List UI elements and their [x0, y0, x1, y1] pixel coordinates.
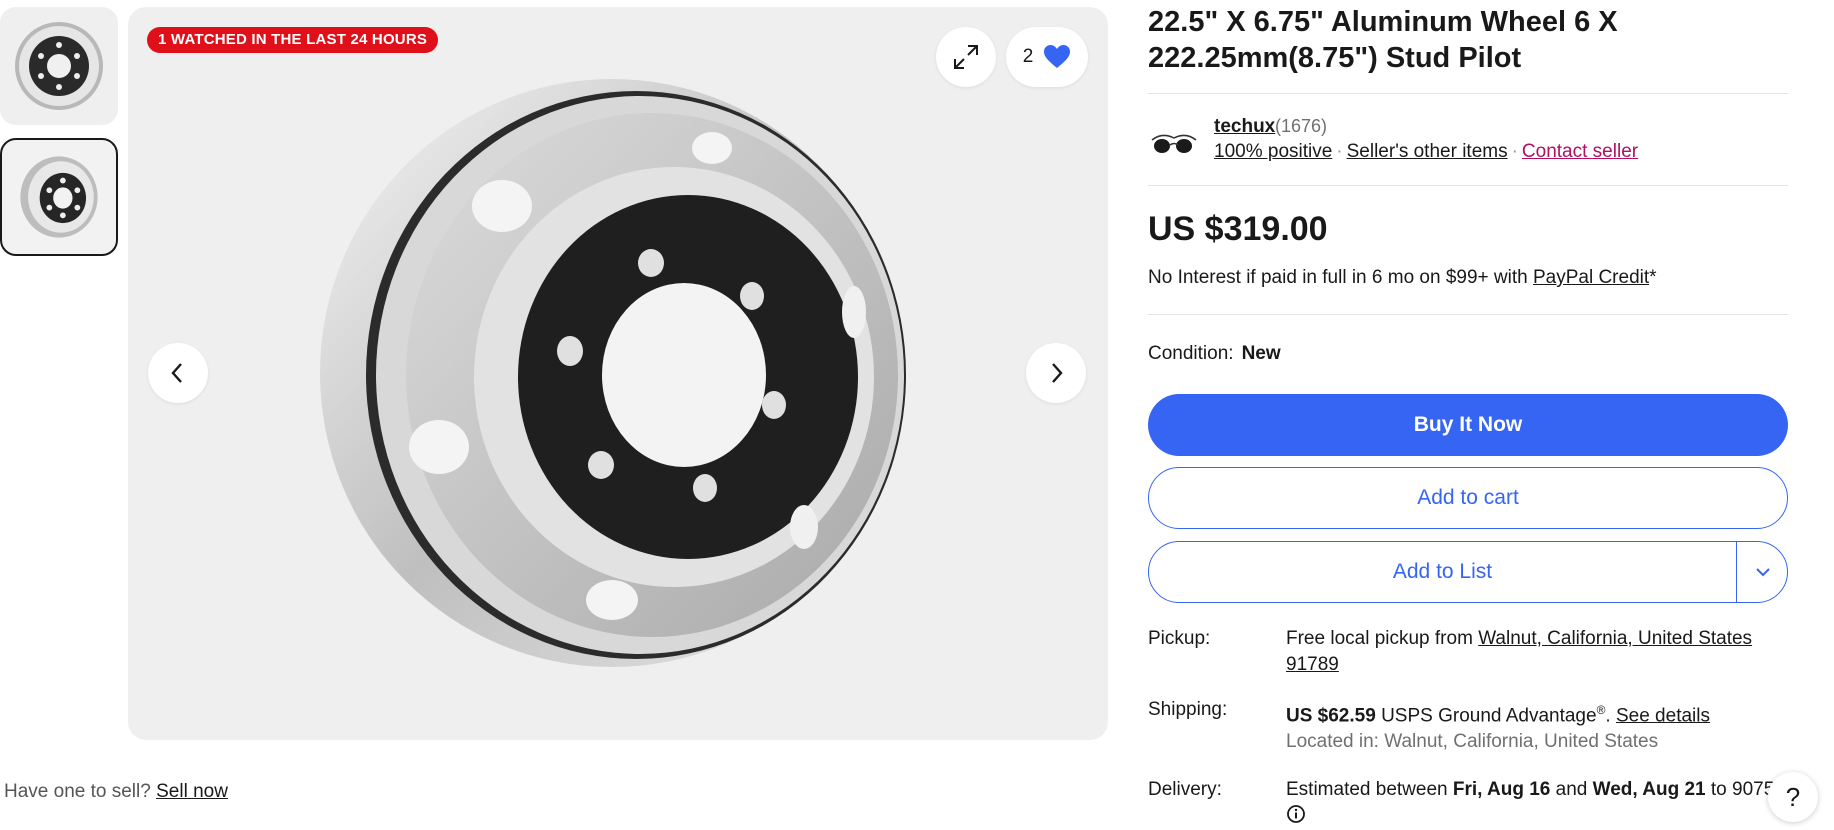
- credit-text: No Interest if paid in full in 6 mo on $…: [1148, 267, 1528, 288]
- chevron-left-icon: [171, 363, 182, 383]
- seller-other-items-link[interactable]: Seller's other items: [1347, 141, 1508, 162]
- contact-seller-link[interactable]: Contact seller: [1522, 141, 1638, 162]
- buy-it-now-button[interactable]: Buy It Now: [1148, 394, 1788, 456]
- condition-row: Condition: New: [1148, 343, 1281, 365]
- expand-icon: [954, 45, 978, 69]
- heart-icon: [1044, 45, 1071, 68]
- item-title-line-1: 22.5" X 6.75" Aluminum Wheel 6 X: [1148, 6, 1618, 38]
- expand-image-button[interactable]: [936, 27, 996, 87]
- item-location: Located in: Walnut, California, United S…: [1286, 731, 1659, 753]
- divider: [1148, 185, 1788, 186]
- wheel-product-image: [320, 79, 906, 667]
- watchlist-button[interactable]: 2: [1006, 27, 1088, 87]
- delivery-date-to: Wed, Aug 21: [1592, 779, 1706, 800]
- wheel-thumbnail-image: [20, 156, 98, 238]
- help-button[interactable]: ?: [1768, 772, 1818, 822]
- delivery-prefix: Estimated between: [1286, 779, 1448, 800]
- shipping-value: US $62.59 USPS Ground Advantage®. See de…: [1286, 697, 1786, 755]
- pickup-value: Free local pickup from Walnut, Californi…: [1286, 626, 1786, 678]
- separator-dot: ·: [1336, 141, 1343, 162]
- watched-badge: 1 WATCHED IN THE LAST 24 HOURS: [147, 27, 439, 53]
- add-to-list-control: Add to List: [1148, 541, 1788, 603]
- watch-count: 2: [1022, 46, 1034, 67]
- sell-prompt: Have one to sell?: [4, 781, 151, 802]
- shipping-service: USPS Ground Advantage: [1381, 705, 1597, 727]
- thumbnail-1[interactable]: [0, 7, 118, 125]
- condition-label: Condition:: [1148, 343, 1234, 364]
- wheel-thumbnail-image: [15, 22, 103, 110]
- seller-positive-link[interactable]: 100% positive: [1214, 141, 1332, 162]
- separator-dot: ·: [1511, 141, 1518, 162]
- seller-name-link[interactable]: techux: [1214, 116, 1275, 138]
- delivery-and: and: [1555, 779, 1588, 800]
- divider: [1148, 93, 1788, 94]
- credit-asterisk: *: [1649, 267, 1657, 288]
- paypal-credit-link[interactable]: PayPal Credit: [1533, 267, 1649, 288]
- main-image-gallery[interactable]: 1 WATCHED IN THE LAST 24 HOURS 2: [128, 7, 1108, 740]
- delivery-to: to: [1710, 779, 1727, 800]
- shipping-label: Shipping:: [1148, 699, 1228, 720]
- shipping-period: .: [1605, 705, 1611, 727]
- chevron-down-icon: [1756, 568, 1770, 577]
- sell-now-link[interactable]: Sell now: [156, 781, 228, 802]
- pickup-text: Free local pickup from: [1286, 628, 1473, 649]
- shipping-see-details-link[interactable]: See details: [1616, 705, 1710, 726]
- seller-avatar[interactable]: [1148, 122, 1200, 162]
- add-to-list-dropdown[interactable]: [1737, 542, 1787, 602]
- condition-value: New: [1241, 343, 1281, 364]
- sell-one-row: Have one to sell? Sell now: [4, 781, 228, 803]
- delivery-label: Delivery:: [1148, 779, 1222, 800]
- delivery-date-from: Fri, Aug 16: [1452, 779, 1551, 800]
- delivery-value: Estimated between Fri, Aug 16 and Wed, A…: [1286, 777, 1806, 829]
- seller-links: 100% positive · Seller's other items · Conta…: [1214, 141, 1638, 163]
- next-image-button[interactable]: [1026, 343, 1086, 403]
- item-title-line-2: 222.25mm(8.75") Stud Pilot: [1148, 42, 1522, 74]
- previous-image-button[interactable]: [148, 343, 208, 403]
- item-price: US $319.00: [1148, 210, 1328, 248]
- pickup-label: Pickup:: [1148, 628, 1211, 649]
- thumbnail-2-selected[interactable]: [0, 138, 118, 256]
- divider: [1148, 314, 1788, 315]
- add-to-list-button[interactable]: Add to List: [1149, 542, 1737, 602]
- seller-feedback-count: (1676): [1275, 116, 1328, 136]
- info-icon[interactable]: [1286, 804, 1306, 824]
- chevron-right-icon: [1052, 363, 1063, 383]
- item-title: 22.5" X 6.75" Aluminum Wheel 6 X 222.25m…: [1148, 4, 1768, 76]
- paypal-credit-note: No Interest if paid in full in 6 mo on $…: [1148, 267, 1657, 289]
- shipping-cost: US $62.59: [1286, 705, 1376, 727]
- add-to-cart-button[interactable]: Add to cart: [1148, 467, 1788, 529]
